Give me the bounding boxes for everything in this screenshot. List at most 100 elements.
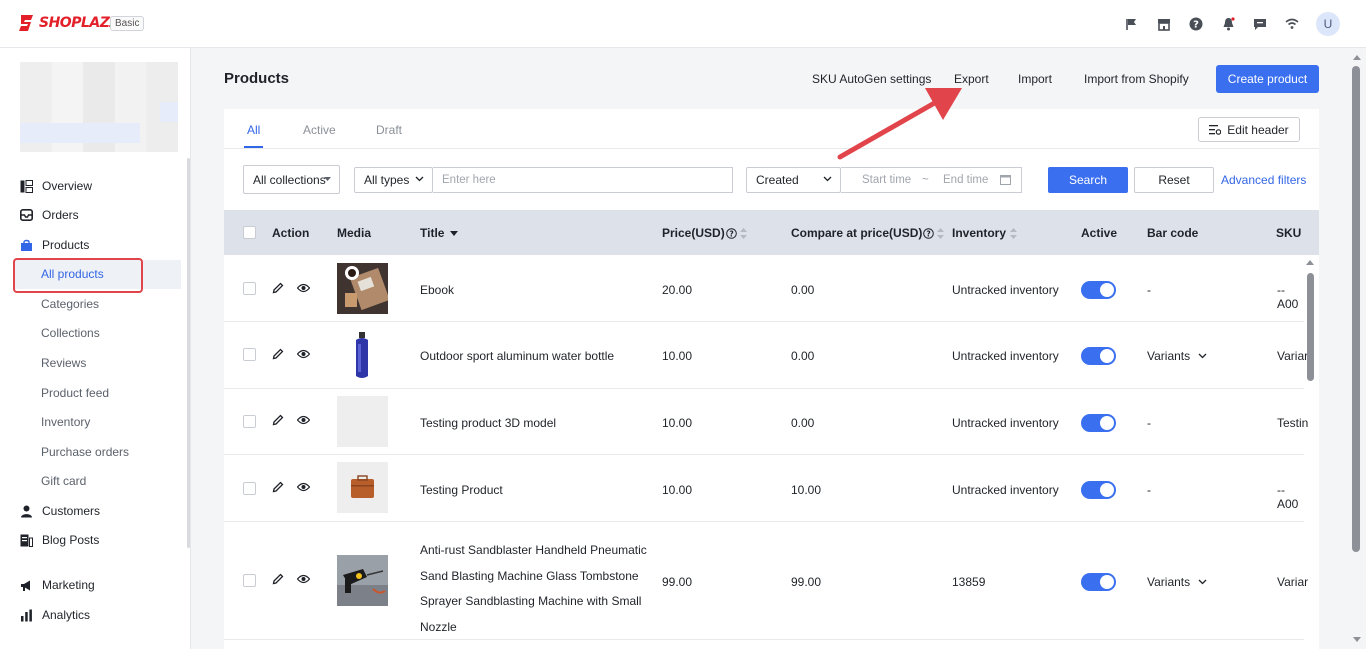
product-title-line[interactable]: Sand Blasting Machine Glass Tombstone [420,569,639,583]
product-title[interactable]: Testing product 3D model [420,416,556,430]
table-row[interactable]: Testing Product 10.00 10.00 Untracked in… [224,455,1304,522]
sidebar-item-analytics[interactable]: Analytics [20,606,90,624]
advanced-filters-link[interactable]: Advanced filters [1221,173,1306,187]
pencil-icon[interactable] [272,573,284,585]
pencil-icon[interactable] [272,481,284,493]
table-row[interactable]: Ebook 20.00 0.00 Untracked inventory - -… [224,255,1304,322]
table-row[interactable]: Anti-rust Sandblaster Handheld Pneumatic… [224,522,1308,640]
page-scrollbar-up-arrow[interactable] [1352,53,1362,61]
product-barcode: Variants [1147,575,1191,589]
eye-icon[interactable] [297,482,310,492]
import-button[interactable]: Import [1018,72,1052,86]
sidebar-subitem-categories[interactable]: Categories [41,295,99,313]
column-header-inventory[interactable]: Inventory [952,226,1018,240]
product-title-line[interactable]: Sprayer Sandblasting Machine with Small [420,594,641,608]
flag-icon[interactable] [1124,16,1140,32]
create-product-button[interactable]: Create product [1216,65,1319,93]
start-time-placeholder[interactable]: Start time [862,174,911,186]
product-title[interactable]: Outdoor sport aluminum water bottle [420,349,614,363]
bell-icon[interactable] [1220,16,1236,32]
orders-icon [20,208,34,222]
active-toggle[interactable] [1081,573,1116,591]
eye-icon[interactable] [297,349,310,359]
column-header-price[interactable]: Price(USD) ? [662,226,747,240]
row-checkbox[interactable] [243,482,256,495]
row-checkbox[interactable] [243,282,256,295]
table-scrollbar-thumb[interactable] [1307,273,1314,381]
date-field-select[interactable]: Created [746,167,841,193]
table-row[interactable]: Testing product 3D model 10.00 0.00 Untr… [224,389,1308,455]
row-checkbox[interactable] [243,574,256,587]
eye-icon[interactable] [297,574,310,584]
avatar[interactable]: U [1316,12,1340,36]
date-range-picker[interactable]: Start time ~ End time [841,167,1022,193]
sidebar-item-overview[interactable]: Overview [20,177,92,195]
pencil-icon[interactable] [272,348,284,360]
sidebar-subitem-gift-card[interactable]: Gift card [41,472,86,490]
help-icon[interactable]: ? [1188,16,1204,32]
product-image-sandblaster [337,555,388,606]
product-inventory: Untracked inventory [952,349,1059,363]
active-toggle[interactable] [1081,281,1116,299]
sidebar-subitem-collections[interactable]: Collections [41,324,100,342]
tab-underline [244,146,263,148]
types-select[interactable]: All types [354,167,433,193]
svg-text:?: ? [927,229,931,238]
sidebar-subitem-inventory[interactable]: Inventory [41,413,90,431]
edit-header-button[interactable]: Edit header [1198,117,1300,142]
search-input[interactable]: Enter here [433,167,733,193]
product-title-line[interactable]: Anti-rust Sandblaster Handheld Pneumatic [420,543,647,557]
select-all-checkbox[interactable] [243,226,256,239]
column-header-label: Price(USD) [662,226,725,240]
eye-icon[interactable] [297,415,310,425]
row-checkbox[interactable] [243,415,256,428]
table-scrollbar-up-arrow[interactable] [1304,257,1316,267]
pencil-icon[interactable] [272,282,284,294]
product-title[interactable]: Testing Product [420,483,503,497]
sidebar-item-marketing[interactable]: Marketing [20,576,95,594]
product-barcode: Variants [1147,349,1191,363]
search-button[interactable]: Search [1048,167,1128,193]
export-button[interactable]: Export [954,72,989,86]
import-from-shopify-button[interactable]: Import from Shopify [1084,72,1189,86]
table-row[interactable]: Outdoor sport aluminum water bottle 10.0… [224,322,1308,389]
page-scrollbar-thumb[interactable] [1352,66,1360,552]
sidebar-item-products[interactable]: Products [20,236,89,254]
sku-autogen-settings-button[interactable]: SKU AutoGen settings [812,72,931,86]
wifi-icon[interactable] [1284,16,1300,32]
product-price: 99.00 [662,575,693,589]
sidebar-item-orders[interactable]: Orders [20,206,79,224]
chevron-down-icon [823,176,832,182]
sidebar-item-blog-posts[interactable]: Blog Posts [20,531,99,549]
product-sku: Variar [1277,349,1309,363]
message-icon[interactable] [1252,16,1268,32]
active-toggle[interactable] [1081,481,1116,499]
tab-all[interactable]: All [247,123,260,137]
types-select-value: All types [364,173,410,187]
product-inventory: Untracked inventory [952,416,1059,430]
sidebar-subitem-reviews[interactable]: Reviews [41,354,86,372]
product-title-line[interactable]: Nozzle [420,620,457,634]
tab-draft[interactable]: Draft [376,123,402,137]
eye-icon[interactable] [297,283,310,293]
sidebar-subitem-product-feed[interactable]: Product feed [41,384,109,402]
reset-button[interactable]: Reset [1134,167,1214,193]
variants-dropdown[interactable]: Variants [1147,349,1207,363]
active-toggle[interactable] [1081,347,1116,365]
store-icon[interactable] [1156,16,1172,32]
sidebar-item-customers[interactable]: Customers [20,502,100,520]
tab-active[interactable]: Active [303,123,336,137]
collections-select[interactable]: All collections [243,165,340,194]
variants-dropdown[interactable]: Variants [1147,575,1207,589]
product-title[interactable]: Ebook [420,283,454,297]
active-toggle[interactable] [1081,414,1116,432]
sidebar-scrollbar[interactable] [187,158,190,548]
sidebar-subitem-purchase-orders[interactable]: Purchase orders [41,443,129,461]
column-header-title[interactable]: Title [420,226,459,240]
pencil-icon[interactable] [272,414,284,426]
page-scrollbar-down-arrow[interactable] [1352,636,1362,644]
column-header-compare-price[interactable]: Compare at price(USD) ? [791,226,945,240]
store-info-blurred-highlight [20,123,140,143]
row-checkbox[interactable] [243,348,256,361]
end-time-placeholder[interactable]: End time [943,174,988,186]
